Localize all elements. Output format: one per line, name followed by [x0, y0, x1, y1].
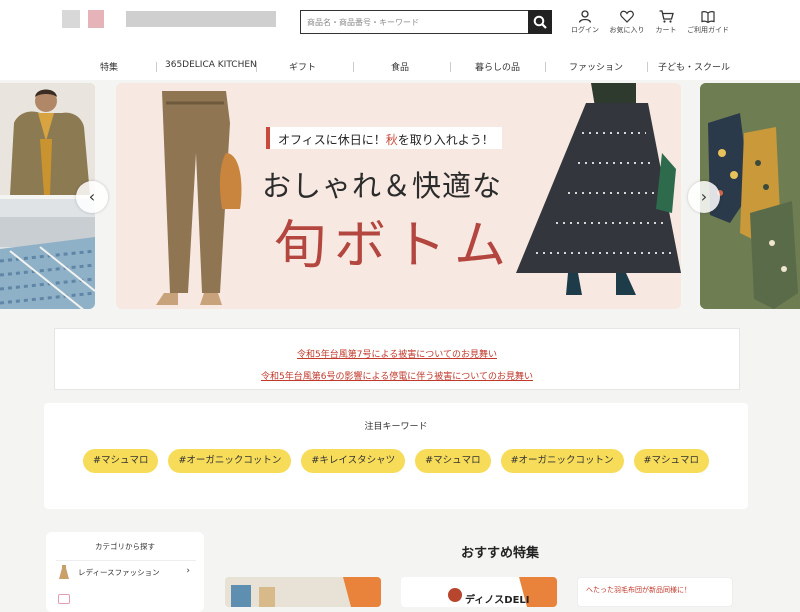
banner-subtitle-text: オフィスに休日に！: [278, 133, 386, 147]
notice-box: 令和5年台風第7号による被害についてのお見舞い 令和5年台風第6号の影響による停…: [54, 328, 740, 390]
category-panel: カテゴリから探す レディースファッション ›: [46, 532, 204, 612]
banner-subtitle: オフィスに休日に！秋を取り入れよう！: [266, 127, 502, 149]
favorites-label: お気に入り: [609, 26, 645, 34]
site-header: ログイン お気に入り カート ご利用ガイド: [0, 0, 800, 50]
category-icon: [58, 594, 70, 604]
category-item-label: レディースファッション: [78, 568, 160, 577]
carousel-next-button[interactable]: ›: [688, 181, 720, 213]
prev-slide-image-bedding[interactable]: [0, 199, 95, 309]
keyword-tag[interactable]: #キレイスタシャツ: [301, 449, 406, 473]
user-icon: [578, 10, 592, 23]
login-label: ログイン: [571, 26, 599, 34]
search-button[interactable]: [528, 10, 552, 34]
chevron-right-icon: ›: [700, 187, 708, 206]
nav-divider: [545, 62, 546, 72]
cart-label: カート: [655, 26, 677, 34]
search-box: [300, 10, 552, 34]
nav-item-lifestyle[interactable]: 暮らしの品: [475, 60, 520, 73]
recommended-card-futon[interactable]: へたった羽毛布団が新品同様に！: [577, 577, 733, 607]
cart-link[interactable]: カート: [644, 10, 688, 35]
search-input[interactable]: [307, 14, 525, 30]
keyword-tag[interactable]: #マシュマロ: [415, 449, 491, 473]
carousel-prev-button[interactable]: ‹: [76, 181, 108, 213]
nav-divider: [450, 62, 451, 72]
keywords-title: 注目キーワード: [364, 422, 428, 432]
guide-link[interactable]: ご利用ガイド: [685, 10, 731, 35]
keyword-tag-list: #マシュマロ #オーガニックコットン #キレイスタシャツ #マシュマロ #オーガ…: [44, 449, 748, 473]
login-link[interactable]: ログイン: [563, 10, 607, 35]
nav-divider: [256, 62, 257, 72]
keyword-tag[interactable]: #マシュマロ: [633, 449, 710, 473]
banner-subtitle-text-end: を取り入れよう！: [397, 133, 494, 147]
logo-text-blurred: [126, 11, 276, 27]
chevron-left-icon: ‹: [88, 187, 96, 206]
cart-icon: [659, 10, 674, 23]
favorites-link[interactable]: お気に入り: [605, 10, 649, 35]
recommended-card-dinos-deli[interactable]: ディノスDELI: [401, 577, 557, 607]
logo-mark-accent: [88, 10, 104, 28]
nav-item-features[interactable]: 特集: [100, 60, 118, 73]
banner-subtitle-highlight: 秋: [385, 133, 398, 147]
banner-title: 旬ボトム: [274, 216, 515, 276]
recommended-card-label: へたった羽毛布団が新品同様に！: [586, 586, 691, 594]
keyword-tag[interactable]: #マシュマロ: [82, 449, 159, 473]
heart-icon: [620, 10, 634, 23]
prev-slide-image-coat[interactable]: [0, 83, 95, 195]
site-logo[interactable]: [62, 10, 276, 28]
trending-keywords: 注目キーワード #マシュマロ #オーガニックコットン #キレイスタシャツ #マシ…: [44, 403, 748, 509]
recommended-card-image: [225, 577, 381, 607]
nav-divider: [156, 62, 157, 72]
logo-mark: [62, 10, 80, 28]
nav-divider: [647, 62, 648, 72]
nav-item-kids-school[interactable]: 子ども・スクール: [658, 60, 730, 73]
recommended-title: おすすめ特集: [460, 546, 539, 561]
search-icon: [533, 15, 547, 29]
nav-item-food[interactable]: 食品: [391, 60, 409, 73]
category-nav: 特集 365DELICA KITCHEN ギフト 食品 暮らしの品 ファッション…: [0, 50, 800, 80]
banner-headline: おしゃれ＆快適な: [262, 169, 503, 203]
category-panel-title: カテゴリから探す: [95, 542, 155, 551]
nav-item-fashion[interactable]: ファッション: [569, 60, 623, 73]
nav-item-gift[interactable]: ギフト: [289, 60, 316, 73]
notice-link-typhoon-7[interactable]: 令和5年台風第7号による被害についてのお見舞い: [55, 347, 739, 360]
book-icon: [701, 11, 715, 23]
nav-item-365delica-kitchen[interactable]: 365DELICA KITCHEN: [165, 60, 257, 70]
chevron-right-icon: ›: [186, 566, 190, 576]
dress-icon: [59, 565, 69, 579]
category-item-ladies-fashion[interactable]: レディースファッション ›: [56, 560, 196, 582]
keyword-tag[interactable]: #オーガニックコットン: [168, 449, 292, 473]
guide-label: ご利用ガイド: [687, 26, 729, 34]
recommended-card[interactable]: [225, 577, 381, 607]
notice-link-typhoon-6[interactable]: 令和5年台風第6号の影響による停電に伴う被害についてのお見舞い: [55, 369, 739, 382]
keyword-tag[interactable]: #オーガニックコットン: [500, 449, 624, 473]
nav-divider: [353, 62, 354, 72]
hero-carousel: オフィスに休日に！秋を取り入れよう！ おしゃれ＆快適な 旬ボトム ‹ ›: [0, 80, 800, 310]
hero-banner[interactable]: オフィスに休日に！秋を取り入れよう！ おしゃれ＆快適な 旬ボトム: [116, 83, 681, 309]
recommended-card-label: ディノスDELI: [465, 595, 530, 606]
